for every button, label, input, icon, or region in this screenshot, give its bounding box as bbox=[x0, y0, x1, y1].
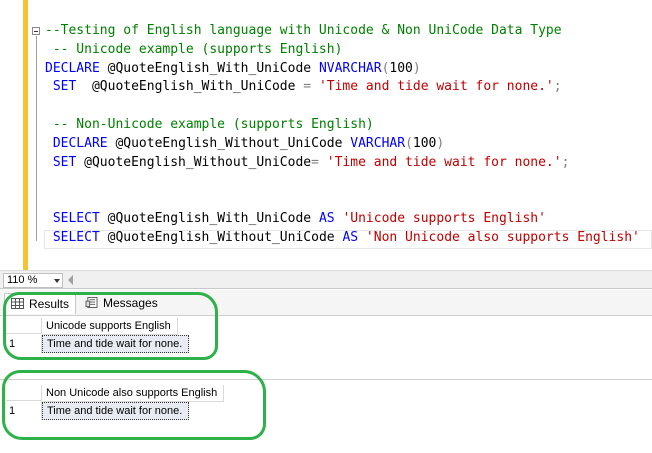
query-editor[interactable]: --Testing of English language with Unico… bbox=[0, 0, 652, 270]
code-token: @QuoteEnglish_With_UniCode bbox=[107, 60, 319, 76]
code-line[interactable]: SELECT @QuoteEnglish_Without_UniCode AS … bbox=[45, 229, 640, 248]
code-line[interactable]: SET @QuoteEnglish_Without_UniCode= 'Time… bbox=[45, 154, 640, 173]
editor-gutter bbox=[0, 0, 23, 270]
code-line[interactable]: SET @QuoteEnglish_With_UniCode = 'Time a… bbox=[45, 78, 640, 97]
code-token: ( bbox=[405, 135, 413, 151]
code-token: VARCHAR bbox=[350, 135, 406, 151]
code-line[interactable]: DECLARE @QuoteEnglish_With_UniCode NVARC… bbox=[45, 60, 640, 79]
code-token: SELECT bbox=[45, 210, 108, 226]
code-token: @QuoteEnglish_With_UniCode bbox=[107, 210, 319, 226]
code-token: @QuoteEnglish_Without_UniCode bbox=[107, 229, 343, 245]
code-token: SET bbox=[45, 79, 92, 95]
outline-region-line bbox=[36, 36, 37, 241]
code-line[interactable] bbox=[45, 191, 640, 210]
code-line[interactable]: -- Unicode example (supports English) bbox=[45, 41, 640, 60]
code-line[interactable]: -- Non-Unicode example (supports English… bbox=[45, 116, 640, 135]
code-line[interactable] bbox=[45, 97, 640, 116]
code-token: -- Non-Unicode example (supports English… bbox=[45, 116, 374, 132]
sql-code[interactable]: --Testing of English language with Unico… bbox=[45, 22, 640, 248]
code-token: SELECT bbox=[45, 229, 108, 245]
code-token: NVARCHAR bbox=[318, 60, 382, 76]
code-token: ) bbox=[436, 135, 445, 151]
code-token: ) bbox=[412, 60, 421, 76]
code-token: @QuoteEnglish_With_UniCode bbox=[91, 79, 304, 95]
code-token: 'Time and tide wait for none.' bbox=[318, 79, 554, 95]
code-token: 100 bbox=[412, 135, 437, 151]
code-token: 100 bbox=[389, 60, 413, 76]
code-line[interactable]: DECLARE @QuoteEnglish_Without_UniCode VA… bbox=[45, 135, 640, 154]
code-token: = bbox=[311, 154, 327, 170]
code-token: SET bbox=[45, 154, 85, 170]
code-token: ; bbox=[561, 154, 570, 170]
zoom-bar: 110 % bbox=[0, 270, 652, 289]
code-token: 'Time and tide wait for none.' bbox=[326, 154, 562, 170]
code-token: DECLARE bbox=[45, 135, 116, 151]
code-line[interactable]: SELECT @QuoteEnglish_With_UniCode AS 'Un… bbox=[45, 210, 640, 229]
code-token: @QuoteEnglish_Without_UniCode bbox=[84, 154, 312, 170]
code-token: = bbox=[303, 79, 319, 95]
code-token: --Testing of English language with Unico… bbox=[45, 23, 562, 38]
highlight-oval bbox=[3, 292, 218, 360]
code-token: @QuoteEnglish_Without_UniCode bbox=[115, 135, 351, 151]
change-tracking-bar bbox=[23, 0, 28, 270]
code-token: -- Unicode example (supports English) bbox=[45, 41, 343, 57]
code-token: AS bbox=[342, 229, 366, 245]
code-token: 'Non Unicode also supports English' bbox=[365, 229, 640, 245]
highlight-oval bbox=[2, 370, 266, 440]
zoom-select[interactable]: 110 % bbox=[3, 273, 63, 288]
chevron-down-icon[interactable] bbox=[54, 279, 60, 283]
code-token: ; bbox=[553, 79, 562, 95]
code-token: DECLARE bbox=[45, 60, 108, 76]
zoom-value: 110 % bbox=[7, 274, 38, 286]
code-token: 'Unicode supports English' bbox=[342, 210, 546, 226]
scroll-left-icon[interactable] bbox=[68, 275, 73, 285]
collapse-region-icon[interactable] bbox=[32, 27, 40, 35]
code-line[interactable] bbox=[45, 172, 640, 191]
code-token: AS bbox=[318, 210, 343, 226]
code-line[interactable]: --Testing of English language with Unico… bbox=[45, 22, 640, 41]
